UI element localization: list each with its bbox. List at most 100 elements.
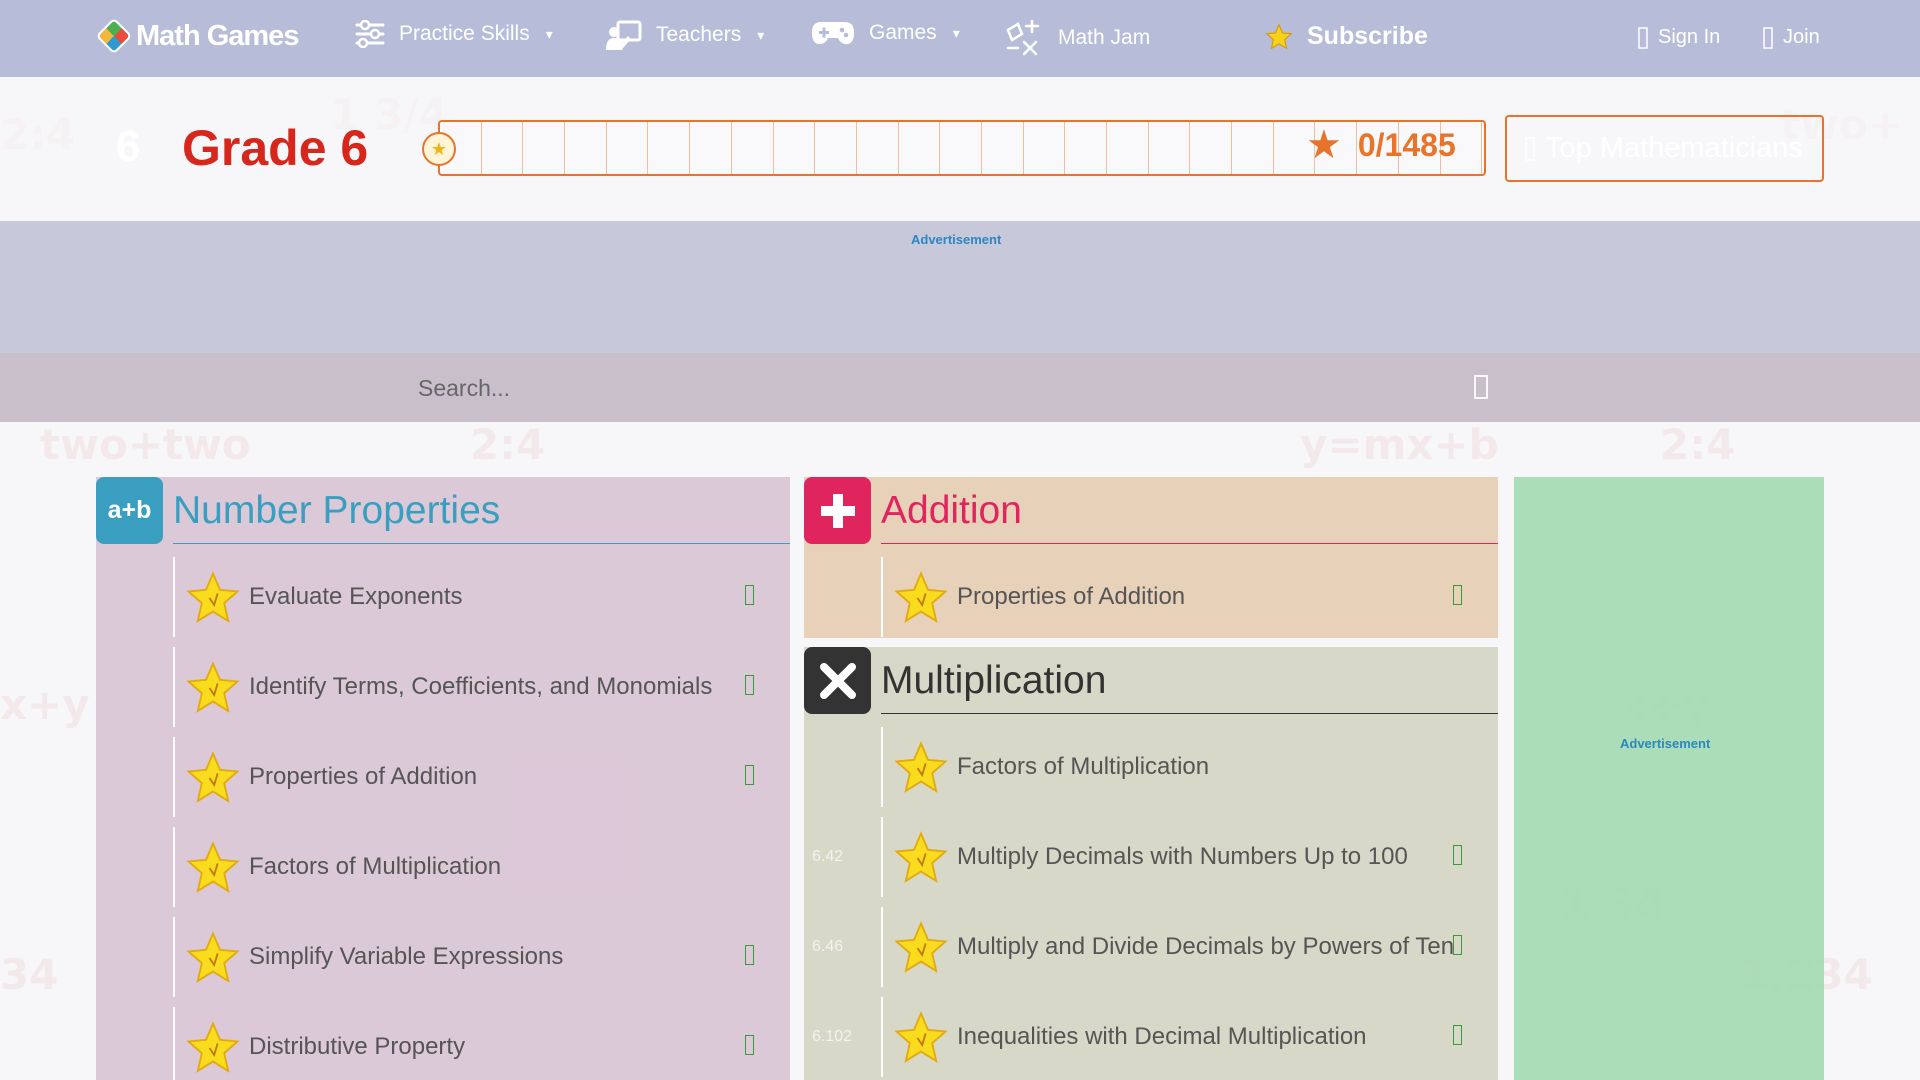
chevron-right-icon (745, 1035, 754, 1055)
skill-label: Factors of Multiplication (249, 853, 502, 880)
user-icon (1638, 26, 1648, 49)
grade-header: 6 Grade 6 ★ ★ 0/1485 Top Mathematicians (0, 77, 1920, 221)
ad-label: Advertisement (911, 232, 1002, 247)
logo-icon (95, 17, 133, 55)
search-bar (0, 353, 1920, 422)
number-properties-icon: a+b (96, 477, 163, 544)
nav-games[interactable]: Games ▾ (811, 20, 960, 46)
ad-label: Advertisement (1620, 736, 1711, 751)
search-icon[interactable] (1474, 375, 1488, 406)
skill-item[interactable]: Factors of Multiplication (173, 827, 790, 907)
section-title: Addition (881, 489, 1022, 532)
times-icon (804, 647, 871, 714)
chevron-right-icon (1453, 935, 1462, 955)
chevron-right-icon (745, 585, 754, 605)
score-value: 0/1485 (1357, 126, 1456, 163)
section-multiplication: Multiplication Factors of Multiplication… (804, 647, 1498, 1080)
page-title: Grade 6 (182, 120, 369, 176)
ad-banner: Advertisement (0, 221, 1920, 353)
chevron-down-icon: ▾ (545, 25, 553, 42)
skill-item[interactable]: Properties of Addition (881, 557, 1498, 637)
skill-item[interactable]: Distributive Property (173, 1007, 790, 1080)
sign-in-link[interactable]: Sign In (1638, 26, 1720, 49)
skill-item[interactable]: Identify Terms, Coefficients, and Monomi… (173, 647, 790, 727)
subscribe-button[interactable]: Subscribe (1265, 22, 1428, 51)
skill-label: Properties of Addition (957, 583, 1186, 610)
teacher-icon (606, 20, 642, 50)
chevron-right-icon (745, 945, 754, 965)
top-mathematicians-button[interactable]: Top Mathematicians (1505, 115, 1824, 182)
sidebar-ad: Advertisement (1514, 477, 1824, 1080)
user-plus-icon (1763, 26, 1773, 49)
nav-practice-skills-label: Practice Skills (399, 22, 530, 45)
skill-code: 6.46 (812, 938, 844, 955)
star-icon (894, 921, 948, 973)
star-icon (1265, 22, 1293, 50)
sliders-icon (355, 20, 385, 48)
section-addition: Addition Properties of Addition (804, 477, 1498, 638)
section-header[interactable]: Addition (804, 477, 1498, 545)
chevron-right-icon (1453, 845, 1462, 865)
join-link[interactable]: Join (1763, 26, 1820, 49)
skill-label: Identify Terms, Coefficients, and Monomi… (249, 673, 713, 700)
join-label: Join (1783, 26, 1820, 48)
star-icon (186, 841, 240, 893)
section-title: Number Properties (173, 489, 501, 532)
search-input[interactable] (402, 367, 1492, 409)
skill-item[interactable]: Evaluate Exponents (173, 557, 790, 637)
grade-number-badge: 6 (116, 122, 141, 171)
chevron-right-icon (745, 675, 754, 695)
skill-label: Simplify Variable Expressions (249, 943, 564, 970)
skill-code: 6.102 (812, 1028, 853, 1045)
star-icon (186, 571, 240, 623)
star-icon (186, 751, 240, 803)
skill-label: Evaluate Exponents (249, 583, 463, 610)
top-navigation: Math Games Practice Skills ▾ Teachers ▾ … (0, 0, 1920, 77)
chevron-down-icon: ▾ (952, 24, 960, 41)
star-icon (186, 661, 240, 713)
star-icon (186, 931, 240, 983)
math-jam-icon (1006, 20, 1040, 56)
nav-math-jam-label: Math Jam (1058, 26, 1151, 49)
skill-label: Inequalities with Decimal Multiplication (957, 1023, 1367, 1050)
nav-games-label: Games (869, 21, 937, 44)
logo[interactable]: Math Games (95, 17, 299, 55)
star-icon (894, 831, 948, 883)
chevron-down-icon: ▾ (757, 26, 765, 43)
skill-item[interactable]: Inequalities with Decimal Multiplication (881, 997, 1498, 1077)
section-header[interactable]: Multiplication (804, 647, 1498, 715)
section-header[interactable]: a+b Number Properties (96, 477, 790, 545)
skill-label: Distributive Property (249, 1033, 466, 1060)
skill-label: Multiply and Divide Decimals by Powers o… (957, 933, 1455, 960)
nav-practice-skills[interactable]: Practice Skills ▾ (355, 20, 553, 48)
nav-math-jam[interactable]: Math Jam (1004, 20, 1150, 56)
section-title: Multiplication (881, 659, 1107, 702)
score-display: ★ 0/1485 (1306, 125, 1456, 165)
subscribe-label: Subscribe (1307, 22, 1428, 50)
skill-code: 6.42 (812, 848, 844, 865)
skill-item[interactable]: Factors of Multiplication (881, 727, 1498, 807)
star-icon (186, 1021, 240, 1073)
star-icon (894, 571, 948, 623)
section-number-properties: a+b Number Properties Evaluate Exponents… (96, 477, 790, 1080)
skill-item[interactable]: Simplify Variable Expressions (173, 917, 790, 997)
skill-item[interactable]: Multiply Decimals with Numbers Up to 100 (881, 817, 1498, 897)
trophy-icon (1525, 136, 1535, 161)
skill-label: Properties of Addition (249, 763, 478, 790)
chevron-right-icon (1453, 585, 1462, 605)
sign-in-label: Sign In (1658, 26, 1721, 48)
top-mathematicians-label: Top Mathematicians (1545, 132, 1803, 164)
star-icon (894, 741, 948, 793)
logo-text: Math Games (136, 19, 299, 52)
skill-item[interactable]: Properties of Addition (173, 737, 790, 817)
progress-star-icon: ★ (422, 132, 456, 166)
star-icon: ★ (1306, 123, 1342, 167)
star-icon (894, 1011, 948, 1063)
chevron-right-icon (1453, 1025, 1462, 1045)
plus-icon (804, 477, 871, 544)
skill-item[interactable]: Multiply and Divide Decimals by Powers o… (881, 907, 1498, 987)
nav-teachers[interactable]: Teachers ▾ (606, 20, 764, 50)
gamepad-icon (811, 22, 855, 45)
skill-label: Multiply Decimals with Numbers Up to 100 (957, 843, 1408, 870)
skill-label: Factors of Multiplication (957, 753, 1210, 780)
